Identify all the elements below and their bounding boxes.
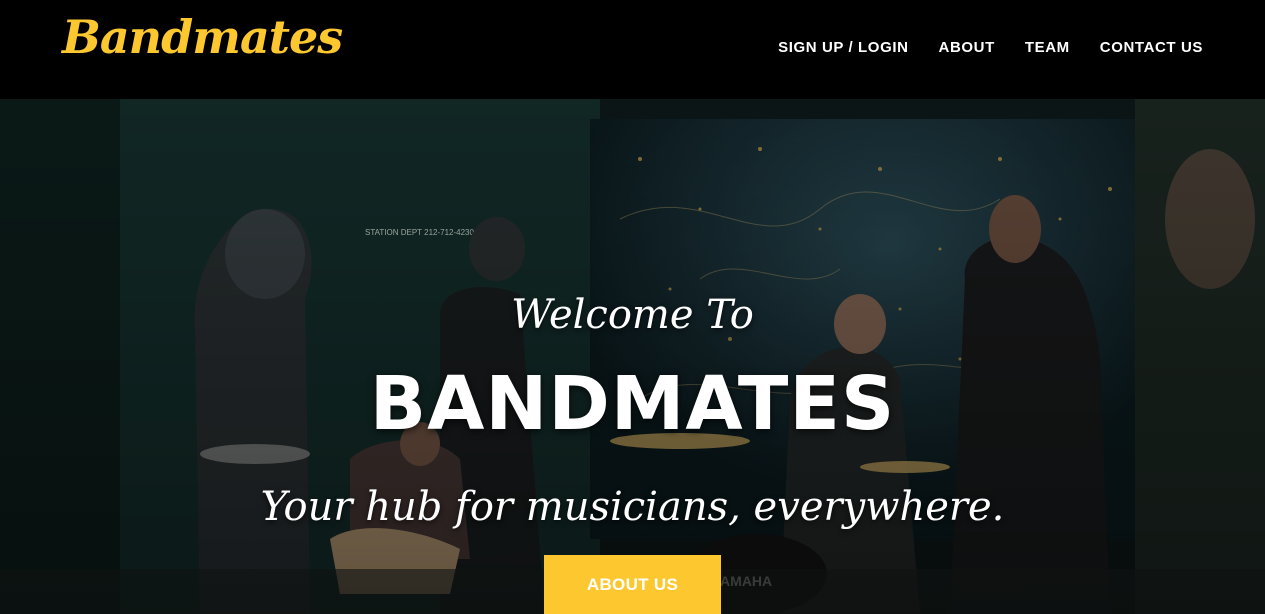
nav-about[interactable]: ABOUT: [939, 39, 995, 56]
hero-content: Welcome To BANDMATES Your hub for musici…: [0, 99, 1265, 614]
nav-team[interactable]: TEAM: [1025, 39, 1070, 56]
nav-contact-us[interactable]: CONTACT US: [1100, 39, 1203, 56]
hero-title: BANDMATES: [369, 361, 896, 447]
navbar: Bandmates SIGN UP / LOGIN ABOUT TEAM CON…: [0, 0, 1265, 99]
brand-logo[interactable]: Bandmates: [62, 10, 343, 64]
about-us-button[interactable]: ABOUT US: [544, 555, 721, 614]
hero-section: STATION DEPT 212-712-4230 YAMAHA Welcome…: [0, 99, 1265, 614]
nav-signup-login[interactable]: SIGN UP / LOGIN: [778, 39, 908, 56]
hero-welcome: Welcome To: [511, 292, 754, 338]
main-nav: SIGN UP / LOGIN ABOUT TEAM CONTACT US: [778, 39, 1203, 56]
hero-tagline: Your hub for musicians, everywhere.: [260, 484, 1005, 530]
